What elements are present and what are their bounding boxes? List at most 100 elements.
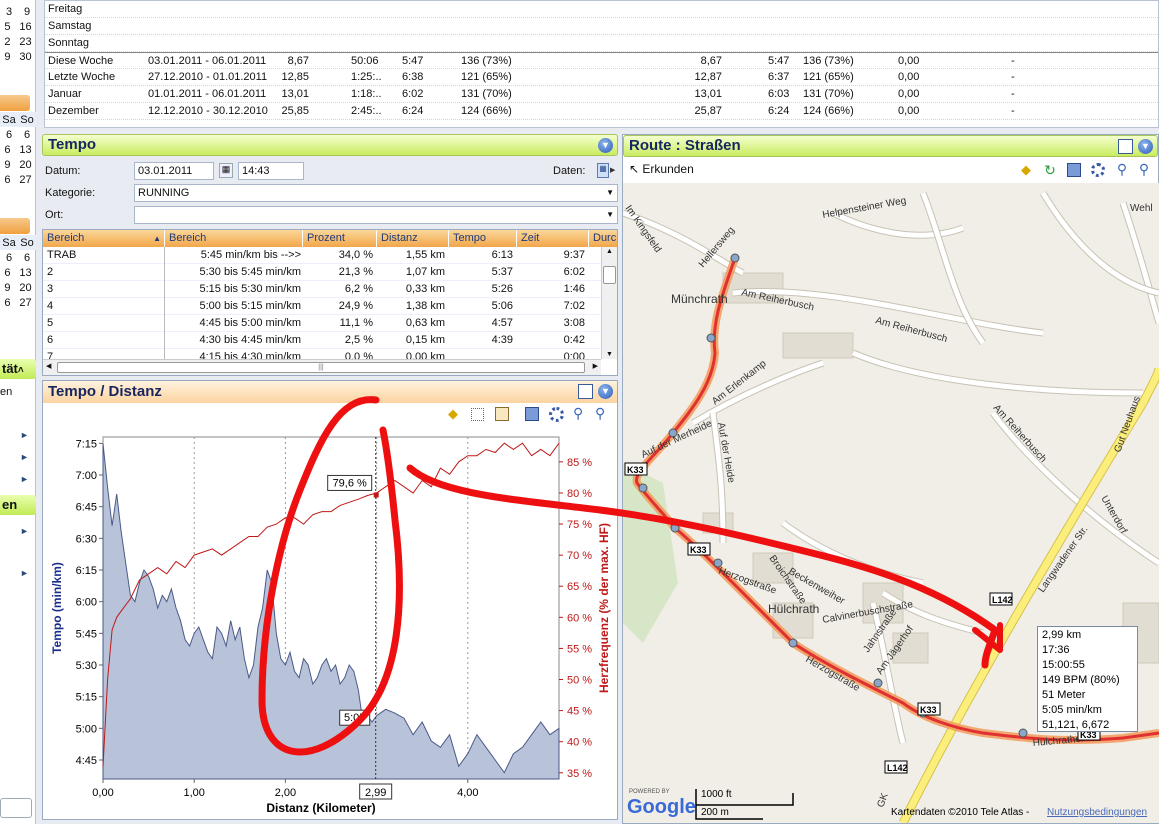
table-cell: 5:30 bis 5:45 min/km (199, 266, 302, 278)
calendar-day[interactable]: 9 (4, 159, 10, 171)
summary-row[interactable]: Letzte Woche 27.12.2010 - 01.01.2011 12,85… (45, 69, 1158, 86)
calendar-day[interactable]: 6 (24, 129, 30, 141)
chevron-right-icon[interactable]: ► (20, 430, 29, 440)
marker-icon[interactable]: ◆ (448, 407, 462, 421)
sidebar-input[interactable] (0, 798, 32, 818)
scroll-left-icon[interactable]: ◀ (46, 362, 51, 370)
scroll-down-icon[interactable]: ▼ (606, 351, 613, 358)
calendar-day[interactable]: 13 (19, 144, 31, 156)
table-row[interactable]: 4 5:00 bis 5:15 min/km 24,9 % 1,38 km 5:06 7:… (43, 298, 601, 315)
summary-row[interactable]: Samstag (45, 18, 1158, 35)
calendar-day[interactable]: 30 (19, 51, 31, 63)
window-icon[interactable] (578, 384, 593, 399)
summary-row[interactable]: Dezember 12.12.2010 - 30.12.2010 25,85 2:45… (45, 103, 1158, 120)
column-header[interactable]: Durc (589, 230, 617, 247)
calendar-day[interactable]: 16 (19, 21, 31, 33)
x-axis-title: Distanz (Kilometer) (266, 801, 375, 815)
explore-tool[interactable]: ↖ Erkunden (629, 162, 694, 176)
sidebar-section-header[interactable]: tät˄ (0, 359, 36, 379)
zoom-fit-icon[interactable] (549, 407, 564, 422)
calendar-icon[interactable]: ▦ (219, 163, 233, 178)
chevron-right-icon[interactable]: ► (20, 526, 29, 536)
calendar-day[interactable]: 6 (6, 252, 12, 264)
table-cell: 9:37 (563, 249, 585, 261)
calendar-day[interactable]: 9 (24, 6, 30, 18)
summary-row[interactable]: Januar 01.01.2011 - 06.01.2011 13,01 1:18:.… (45, 86, 1158, 103)
save-icon[interactable] (1067, 163, 1081, 177)
chevron-up-icon[interactable]: ˄ (18, 365, 24, 376)
summary-row[interactable]: Sonntag (45, 35, 1158, 52)
calendar-day[interactable]: 6 (4, 297, 10, 309)
kategorie-select[interactable]: RUNNING ▼ (134, 184, 618, 202)
table-row[interactable]: 5 4:45 bis 5:00 min/km 11,1 % 0,63 km 4:57 3:… (43, 315, 601, 332)
scrollbar-thumb[interactable]: ||| (57, 362, 585, 373)
calendar-day[interactable]: 27 (19, 174, 31, 186)
table-row[interactable]: 3 5:15 bis 5:30 min/km 6,2 % 0,33 km 5:26 1:4… (43, 281, 601, 298)
collapse-icon[interactable]: ▼ (598, 138, 613, 153)
sidebar-item[interactable]: en (0, 386, 12, 398)
y-tick-label: 5:45 (76, 628, 97, 640)
window-icon[interactable] (1118, 139, 1133, 154)
chart-icon[interactable] (495, 407, 509, 421)
calendar-day[interactable]: 6 (4, 174, 10, 186)
ort-select[interactable]: ▼ (134, 206, 618, 224)
refresh-icon[interactable]: ↻ (1043, 163, 1057, 177)
calendar-day[interactable]: 13 (19, 267, 31, 279)
data-grid-icon[interactable]: ▦ (597, 163, 609, 178)
dropdown-arrow-icon[interactable]: ▶ (610, 166, 615, 174)
calendar-day[interactable]: 20 (19, 282, 31, 294)
vertical-scrollbar[interactable]: ▲ ▼ (601, 247, 617, 359)
table-row[interactable]: TRAB 5:45 min/km bis -->> 34,0 % 1,55 km 6:1… (43, 247, 601, 264)
grid-toggle-icon[interactable] (471, 408, 484, 421)
map-street-label: Wehl (1130, 203, 1153, 214)
calendar-day[interactable]: 2 (4, 36, 10, 48)
sidebar-section-header[interactable]: en (0, 495, 36, 515)
calendar-day[interactable]: 9 (4, 282, 10, 294)
scroll-up-icon[interactable]: ▲ (606, 248, 613, 255)
chevron-right-icon[interactable]: ► (20, 452, 29, 462)
calendar-day[interactable]: 27 (19, 297, 31, 309)
chevron-down-icon[interactable]: ▼ (606, 207, 614, 223)
collapse-icon[interactable]: ▼ (1138, 139, 1153, 154)
table-row[interactable]: 2 5:30 bis 5:45 min/km 21,3 % 1,07 km 5:37 6:… (43, 264, 601, 281)
calendar-day[interactable]: 6 (4, 144, 10, 156)
column-header[interactable]: Tempo (449, 230, 517, 247)
calendar-day[interactable]: 6 (24, 252, 30, 264)
zoom-out-icon[interactable]: ⚲ (1115, 162, 1129, 176)
calendar-day[interactable]: 23 (19, 36, 31, 48)
time-field[interactable]: 14:43 (238, 162, 304, 180)
map-building (782, 332, 854, 359)
zoom-out-icon[interactable]: ⚲ (573, 405, 583, 422)
calendar-day[interactable]: 9 (4, 51, 10, 63)
horizontal-scrollbar[interactable]: ◀ ||| ▶ (43, 359, 601, 375)
zoom-in-icon[interactable]: ⚲ (1137, 162, 1151, 176)
calendar-day[interactable]: 6 (4, 267, 10, 279)
scrollbar-thumb[interactable] (603, 266, 616, 284)
calendar-day[interactable]: 3 (6, 6, 12, 18)
chevron-right-icon[interactable]: ► (20, 568, 29, 578)
column-header[interactable]: Prozent (303, 230, 377, 247)
terms-link[interactable]: Nutzungsbedingungen (1047, 807, 1147, 818)
tempo-distanz-chart[interactable]: 7:15 7:00 6:45 6:30 6:15 6:00 5:45 5:30 5:15 5:00… (43, 427, 617, 819)
date-field[interactable]: 03.01.2011 (134, 162, 214, 180)
summary-cell-a: 12,85 (281, 71, 309, 83)
collapse-icon[interactable]: ▼ (598, 384, 613, 399)
column-header[interactable]: Bereich ▲ (43, 230, 165, 247)
summary-row[interactable]: Diese Woche 03.01.2011 - 06.01.2011 8,67 50… (45, 52, 1158, 69)
chevron-down-icon[interactable]: ▼ (606, 185, 614, 201)
zoom-in-icon[interactable]: ⚲ (595, 405, 605, 422)
table-row[interactable]: 6 4:30 bis 4:45 min/km 2,5 % 0,15 km 4:39 0:4… (43, 332, 601, 349)
save-icon[interactable] (525, 407, 539, 421)
column-header[interactable]: Zeit (517, 230, 589, 247)
summary-row[interactable]: Freitag (45, 1, 1158, 18)
scroll-right-icon[interactable]: ▶ (593, 362, 598, 370)
column-header[interactable]: Distanz (377, 230, 449, 247)
calendar-day[interactable]: 20 (19, 159, 31, 171)
sort-asc-icon: ▲ (153, 234, 161, 243)
zoom-fit-icon[interactable] (1091, 163, 1105, 177)
chevron-right-icon[interactable]: ► (20, 474, 29, 484)
column-header[interactable]: Bereich (165, 230, 303, 247)
calendar-day[interactable]: 5 (4, 21, 10, 33)
marker-icon[interactable]: ◆ (1019, 163, 1033, 177)
calendar-day[interactable]: 6 (6, 129, 12, 141)
